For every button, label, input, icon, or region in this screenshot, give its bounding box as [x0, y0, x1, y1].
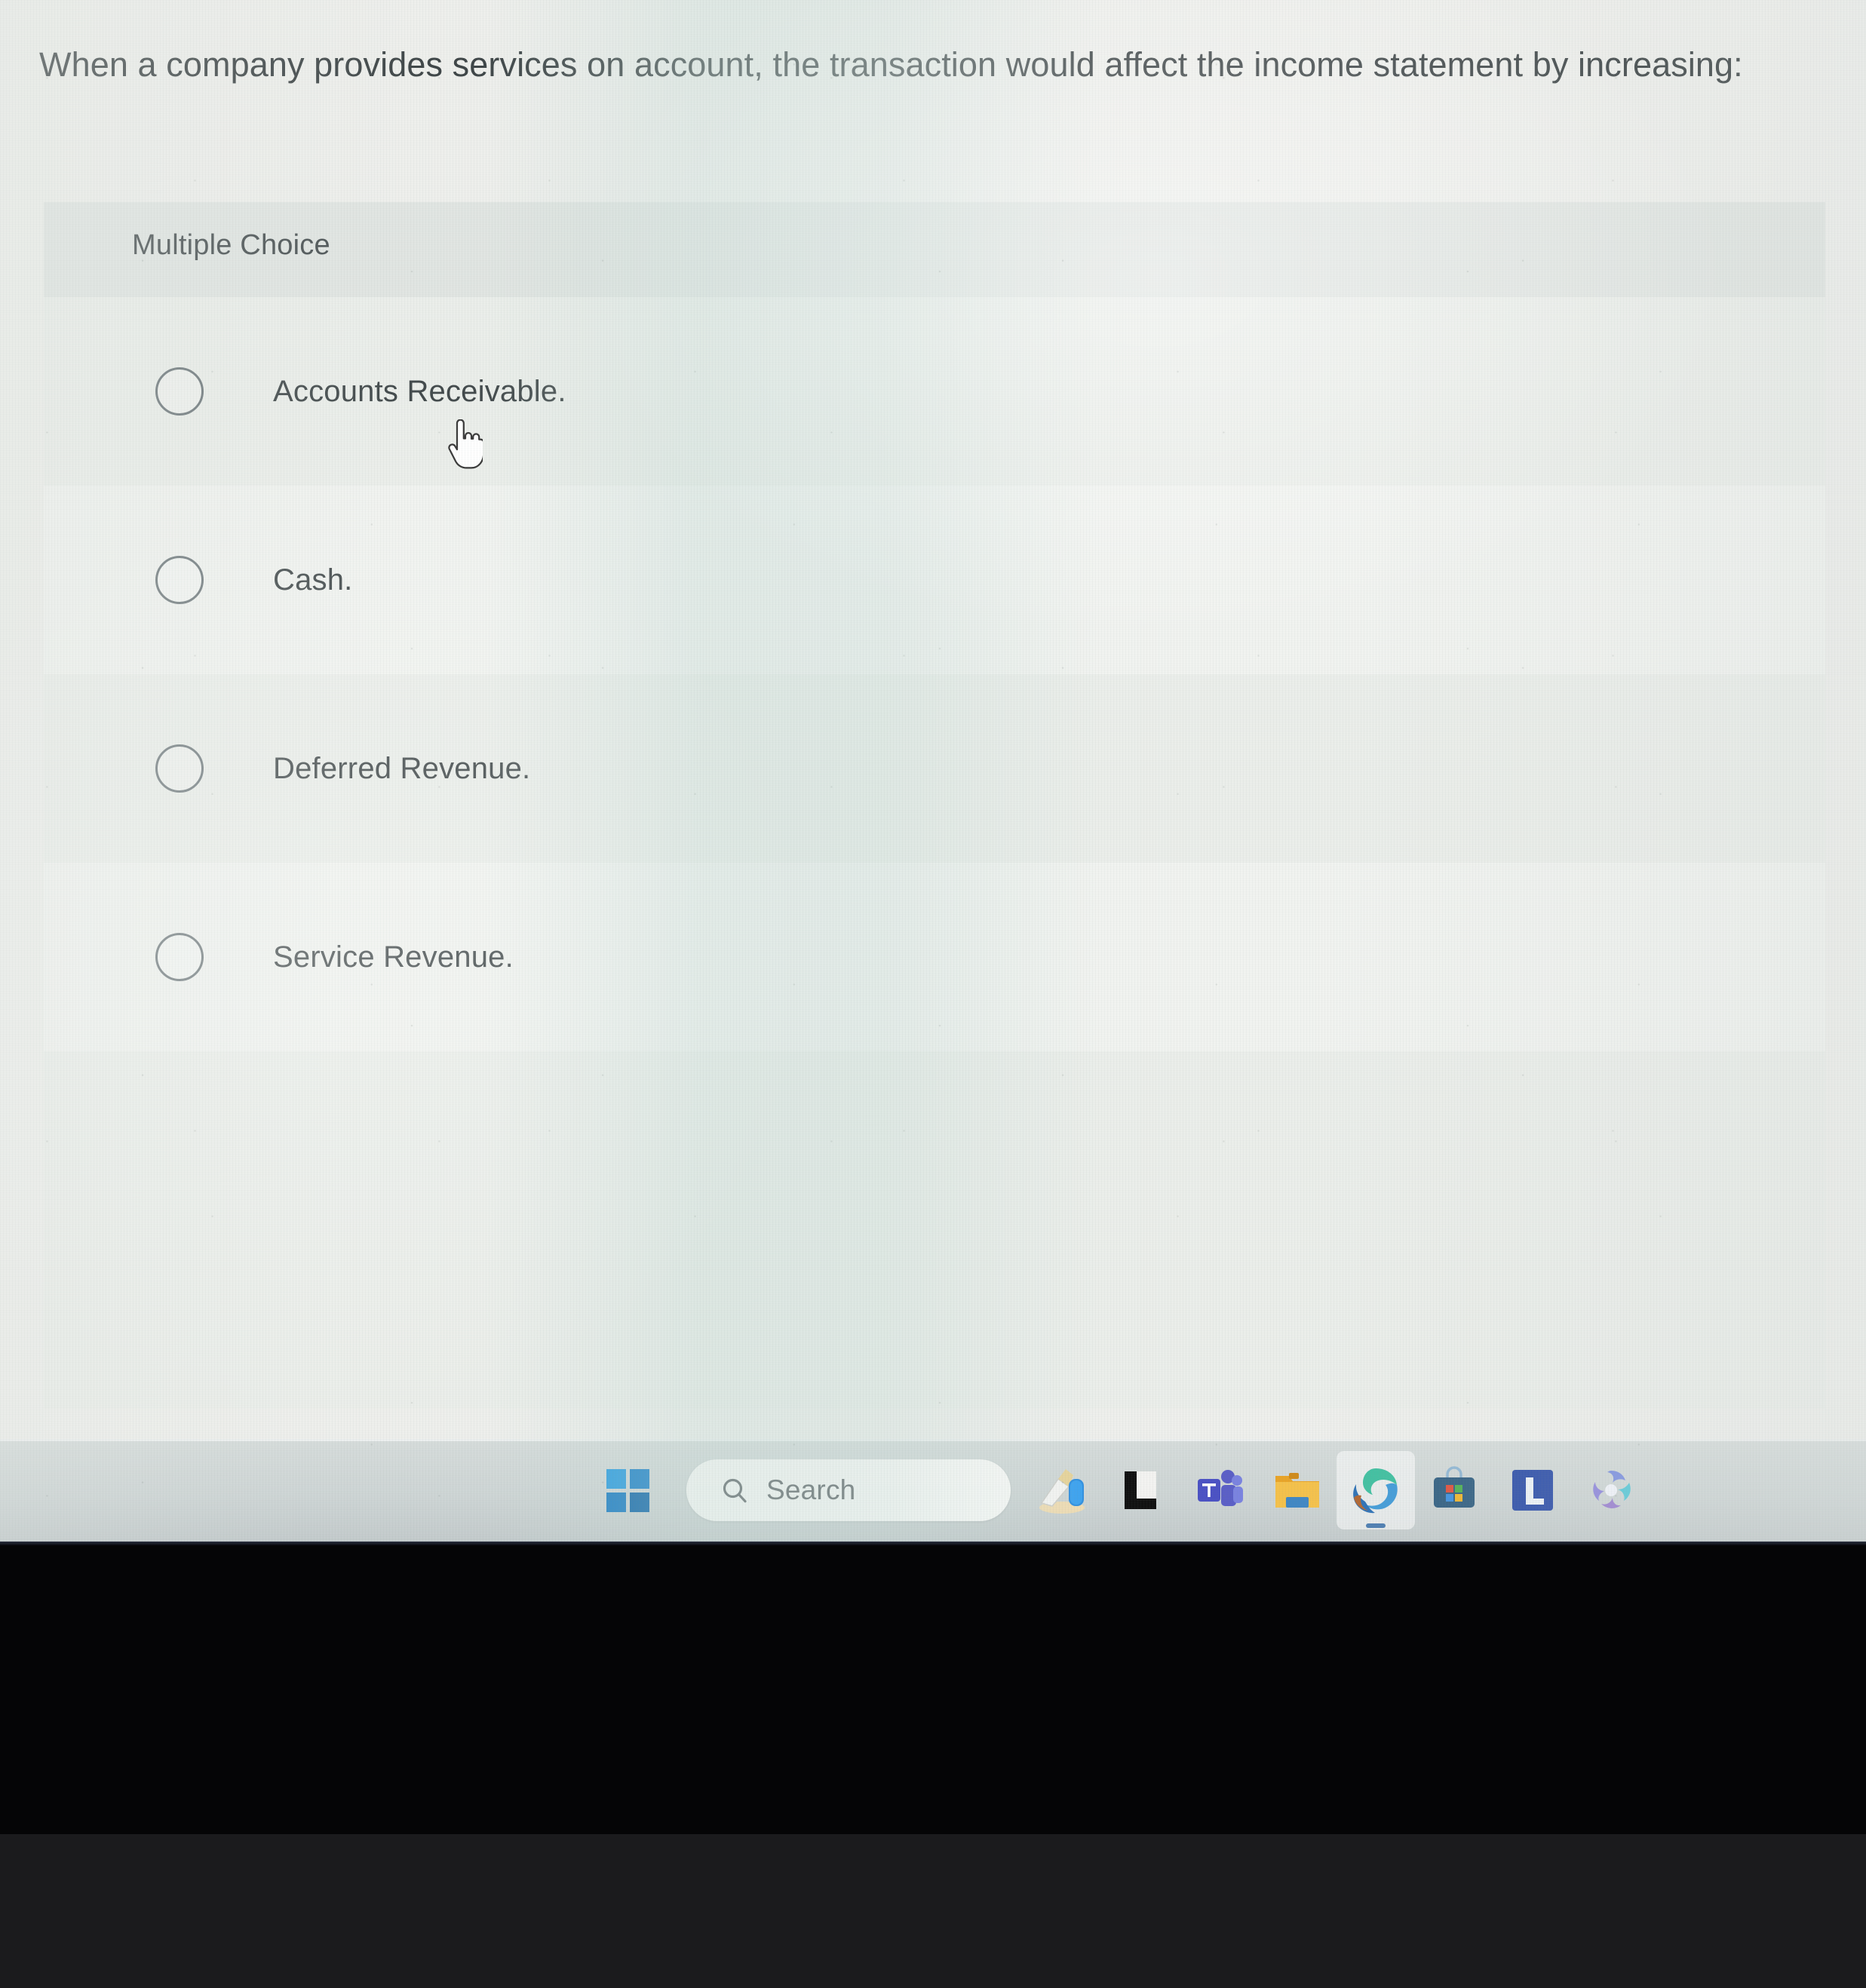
monitor-bezel	[0, 1542, 1866, 1834]
file-explorer-icon	[1275, 1473, 1319, 1508]
answer-card: Multiple Choice Accounts Receivable. Cas…	[44, 202, 1825, 1542]
choice-list: Accounts Receivable. Cash. Deferred Reve…	[44, 297, 1825, 1051]
microsoft-edge-icon	[1353, 1468, 1398, 1514]
taskbar-app-microsoft-teams[interactable]	[1180, 1451, 1258, 1529]
taskbar-app-microsoft-copilot[interactable]	[1572, 1451, 1650, 1529]
taskbar-app-sticky-notes[interactable]	[1023, 1451, 1101, 1529]
taskbar-search-box[interactable]: Search	[686, 1459, 1011, 1521]
taskbar-app-lockdown-browser[interactable]	[1101, 1451, 1180, 1529]
microsoft-teams-icon	[1198, 1470, 1243, 1506]
taskbar-center-group: Search	[588, 1439, 1650, 1542]
choice-label-deferred-revenue: Deferred Revenue.	[273, 751, 531, 785]
microsoft-copilot-icon	[1593, 1471, 1631, 1508]
search-icon	[723, 1478, 747, 1503]
sticky-notes-icon	[1039, 1469, 1085, 1514]
answer-card-header: Multiple Choice	[44, 202, 1825, 297]
lockdown-browser-icon	[1125, 1471, 1156, 1509]
windows-start-icon	[606, 1468, 649, 1512]
choice-label-accounts-receivable: Accounts Receivable.	[273, 374, 566, 408]
choice-label-service-revenue: Service Revenue.	[273, 940, 514, 974]
radio-button-service-revenue[interactable]	[155, 933, 204, 981]
taskbar-app-microsoft-store[interactable]	[1415, 1451, 1493, 1529]
choice-option-deferred-revenue[interactable]: Deferred Revenue.	[44, 674, 1825, 863]
lanschool-icon	[1512, 1470, 1553, 1511]
microsoft-store-icon	[1434, 1466, 1475, 1508]
windows-taskbar: Search	[0, 1439, 1866, 1542]
choice-option-service-revenue[interactable]: Service Revenue.	[44, 863, 1825, 1051]
radio-button-cash[interactable]	[155, 556, 204, 604]
question-type-label: Multiple Choice	[132, 229, 330, 261]
desk-surface	[0, 1834, 1866, 1988]
radio-button-accounts-receivable[interactable]	[155, 367, 204, 416]
start-button[interactable]	[588, 1451, 667, 1529]
taskbar-search-placeholder: Search	[766, 1474, 856, 1505]
monitor-screen: When a company provides services on acco…	[0, 0, 1866, 1542]
taskbar-app-microsoft-edge[interactable]	[1337, 1451, 1415, 1529]
taskbar-app-file-explorer[interactable]	[1258, 1451, 1337, 1529]
taskbar-app-lanschool[interactable]	[1493, 1451, 1572, 1529]
choice-option-cash[interactable]: Cash.	[44, 486, 1825, 674]
choice-option-accounts-receivable[interactable]: Accounts Receivable.	[44, 297, 1825, 486]
radio-button-deferred-revenue[interactable]	[155, 744, 204, 793]
question-prompt: When a company provides services on acco…	[39, 45, 1743, 84]
choice-label-cash: Cash.	[273, 563, 353, 597]
